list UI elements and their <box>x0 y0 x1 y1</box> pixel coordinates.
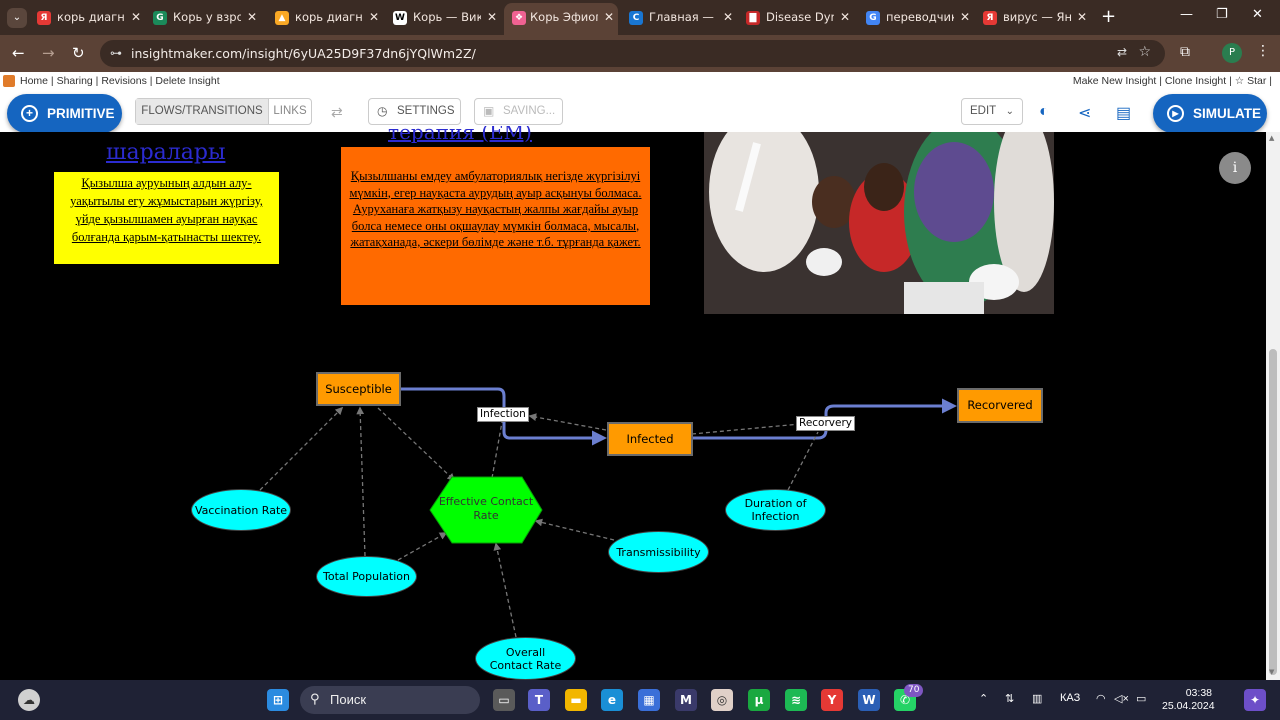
chrome-icon[interactable]: ◎ <box>711 689 733 711</box>
edge-icon[interactable]: e <box>601 689 623 711</box>
utorrent-icon[interactable]: μ <box>748 689 770 711</box>
model-diagram <box>259 387 957 638</box>
tray-overflow-icon[interactable]: ⌃ <box>979 692 988 705</box>
link-transmissibility-ecr[interactable] <box>534 518 615 541</box>
stock-recovered[interactable]: Recorvered <box>957 388 1043 423</box>
link-infected-infection[interactable] <box>528 413 607 431</box>
tray-app-icon[interactable]: ⇅ <box>1005 692 1014 705</box>
taskbar-search[interactable]: ⚲ Поиск <box>300 686 480 714</box>
file-explorer-icon[interactable]: ▬ <box>565 689 587 711</box>
link-infected-recovery[interactable] <box>691 423 801 435</box>
link-totalpop-ecr[interactable] <box>397 532 448 561</box>
canvas-scrollbar[interactable]: ▲ ▼ <box>1266 132 1280 680</box>
flow-label-infection[interactable]: Infection <box>477 407 529 422</box>
copilot-icon[interactable]: ✦ <box>1244 689 1266 711</box>
word-icon[interactable]: W <box>858 689 880 711</box>
link-duration-recovery[interactable] <box>787 431 819 491</box>
link-susceptible-ecr[interactable] <box>377 407 456 482</box>
battery-icon[interactable]: ▭ <box>1136 692 1146 705</box>
link-vaccination-susceptible[interactable] <box>259 406 344 491</box>
windows-taskbar: ☁ ⊞ ⚲ Поиск ▭ T ▬ e ▦ M ◎ μ ≋ Y W ✆ 70 ⌃… <box>0 680 1280 720</box>
teams-icon[interactable]: T <box>528 689 550 711</box>
link-overall-ecr[interactable] <box>493 542 517 638</box>
start-button-icon[interactable]: ⊞ <box>267 689 289 711</box>
variable-duration-of-infection[interactable]: Duration of Infection <box>725 489 826 531</box>
scroll-down-icon[interactable]: ▼ <box>1269 668 1274 676</box>
spotify-icon[interactable]: ≋ <box>785 689 807 711</box>
wifi-icon[interactable]: ◠ <box>1096 692 1106 705</box>
scrollbar-thumb[interactable] <box>1269 349 1277 675</box>
weather-widget-icon[interactable]: ☁ <box>18 689 40 711</box>
whatsapp-badge: 70 <box>904 684 924 697</box>
effective-contact-rate-label[interactable]: Effective Contact Rate <box>430 495 542 523</box>
flow-label-recovery[interactable]: Recorvery <box>796 416 856 431</box>
stock-susceptible[interactable]: Susceptible <box>316 372 401 406</box>
link-ecr-infection[interactable] <box>491 421 503 479</box>
variable-transmissibility[interactable]: Transmissibility <box>608 531 709 573</box>
language-indicator[interactable]: КАЗ <box>1060 692 1080 704</box>
mail-icon[interactable]: M <box>675 689 697 711</box>
variable-vaccination-rate[interactable]: Vaccination Rate <box>191 489 291 531</box>
task-view-icon[interactable]: ▭ <box>493 689 515 711</box>
tray-audio-app-icon[interactable]: ▥ <box>1032 692 1042 705</box>
link-totalpop-susceptible[interactable] <box>356 406 366 557</box>
yandex-browser-icon[interactable]: Y <box>821 689 843 711</box>
stock-infected[interactable]: Infected <box>607 422 693 456</box>
volume-icon[interactable]: ◁× <box>1114 692 1129 705</box>
store-icon[interactable]: ▦ <box>638 689 660 711</box>
system-clock[interactable]: 03:38 25.04.2024 <box>1162 687 1215 713</box>
variable-overall-contact-rate[interactable]: Overall Contact Rate <box>475 637 576 680</box>
variable-total-population[interactable]: Total Population <box>316 556 417 597</box>
search-icon: ⚲ <box>310 692 320 707</box>
scroll-up-icon[interactable]: ▲ <box>1269 134 1274 142</box>
